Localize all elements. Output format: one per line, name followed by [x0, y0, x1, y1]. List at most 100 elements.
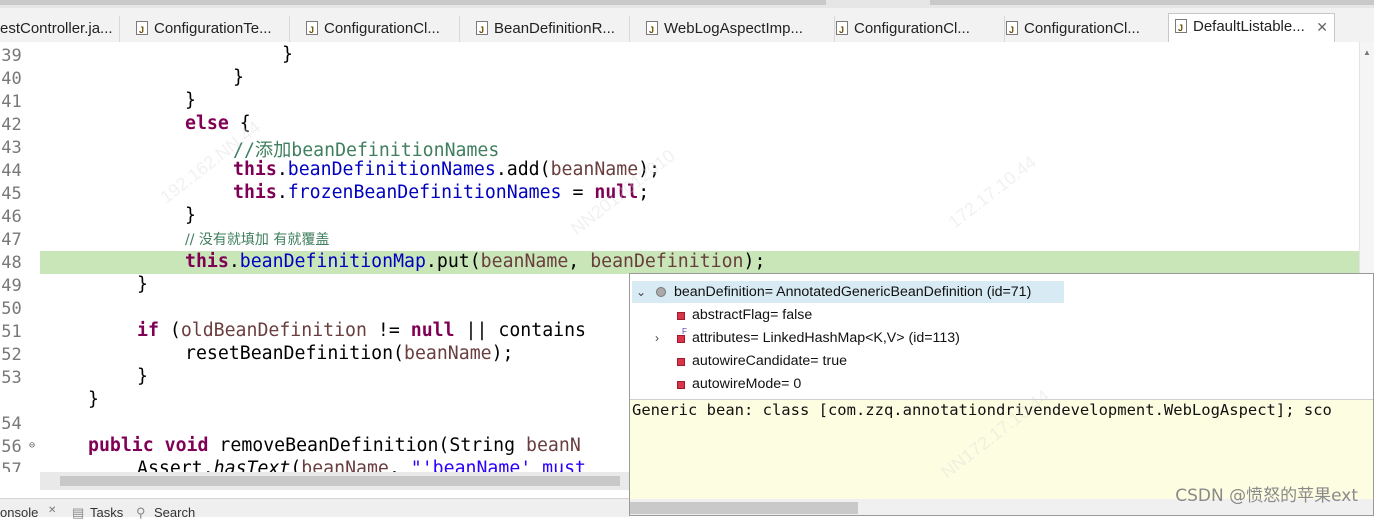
scroll-up-icon[interactable]: ▲: [1363, 48, 1371, 57]
top-strip: [0, 0, 1374, 8]
code-line: resetBeanDefinition(beanName);: [185, 343, 514, 364]
editor-tab-active[interactable]: DefaultListable... ✕: [1168, 13, 1335, 43]
code-line: else {: [185, 113, 251, 134]
close-icon[interactable]: ✕: [48, 505, 56, 516]
editor-tab[interactable]: WebLogAspectImp...: [630, 16, 835, 42]
code-token: {: [228, 113, 251, 134]
field: beanDefinitionNames: [287, 159, 496, 180]
code-token: );: [743, 251, 766, 272]
tab-label: WebLogAspectImp...: [664, 20, 803, 37]
keyword: this: [185, 251, 229, 272]
chevron-down-icon[interactable]: ⌄: [636, 281, 646, 303]
detail-pane-text[interactable]: Generic bean: class [com.zzq.annotationd…: [632, 401, 1332, 419]
editor-horizontal-scrollbar[interactable]: [40, 472, 630, 490]
line-number: 748: [0, 253, 22, 273]
debug-inspect-popup[interactable]: ⌄ beanDefinition= AnnotatedGenericBeanDe…: [629, 273, 1374, 516]
tree-root-label: beanDefinition= AnnotatedGenericBeanDefi…: [674, 284, 1032, 300]
close-icon[interactable]: ✕: [1316, 14, 1328, 40]
field: frozenBeanDefinitionNames: [287, 182, 562, 203]
code-token: }: [185, 205, 196, 226]
editor-tab[interactable]: ConfigurationCl...: [1005, 16, 1170, 42]
tree-row[interactable]: › F attributes= LinkedHashMap<K,V> (id=1…: [630, 327, 1030, 349]
search-icon: ⚲: [136, 505, 146, 520]
editor-tab[interactable]: ConfigurationCl...: [290, 16, 460, 42]
scrollbar-thumb[interactable]: [60, 476, 620, 486]
scrollbar-thumb[interactable]: [630, 502, 858, 514]
line-number: 751: [0, 322, 22, 342]
tree-row-label: autowireMode= 0: [692, 376, 802, 392]
editor-tab[interactable]: estController.ja...: [0, 16, 120, 42]
code-token: );: [491, 343, 514, 364]
code-token: =: [561, 182, 595, 203]
code-token: .: [228, 251, 240, 272]
code-line: }: [88, 389, 99, 410]
tree-row[interactable]: autowireCandidate= true: [630, 350, 1030, 372]
tree-row-label: abstractFlag= false: [692, 307, 813, 323]
variable: beanName: [404, 343, 492, 364]
tab-console[interactable]: onsole: [0, 505, 38, 520]
keyword: void: [164, 435, 209, 456]
line-number: 757: [0, 460, 22, 472]
editor-tab-bar: estController.ja... ConfigurationTe... C…: [0, 8, 1374, 43]
tab-search[interactable]: Search: [154, 505, 195, 520]
watermark: 172.17.10.44: [944, 151, 1040, 233]
final-marker-icon: F: [682, 327, 687, 336]
comment-text: //添加beanDefinitionNames: [233, 140, 500, 161]
code-token: .: [276, 159, 288, 180]
code-token: Assert.: [137, 458, 214, 472]
comment-text: // 没有就填加 有就覆盖: [185, 232, 330, 248]
tab-tasks[interactable]: Tasks: [90, 505, 123, 520]
code-line: }: [185, 90, 196, 111]
code-line: if (oldBeanDefinition != null || contain…: [137, 320, 586, 341]
variable: beanN: [526, 435, 581, 456]
variable-tree[interactable]: ⌄ beanDefinition= AnnotatedGenericBeanDe…: [630, 274, 1373, 400]
line-number: 749: [0, 276, 22, 296]
csdn-watermark: CSDN @愤怒的苹果ext: [1175, 486, 1358, 506]
keyword: public: [88, 435, 154, 456]
line-number: 740: [0, 69, 22, 89]
code-token: }: [233, 67, 244, 88]
editor-tab[interactable]: ConfigurationTe...: [120, 16, 290, 42]
code-token: resetBeanDefinition(: [185, 343, 404, 364]
keyword: null: [410, 320, 455, 341]
chevron-right-icon[interactable]: ›: [655, 327, 659, 349]
tree-row[interactable]: abstractFlag= false: [630, 304, 1030, 326]
editor-tab[interactable]: ConfigurationCl...: [835, 16, 1005, 42]
field-icon: [677, 312, 685, 320]
tree-row[interactable]: autowireMode= 0: [630, 373, 1030, 395]
line-number: 739: [0, 46, 22, 66]
java-file-icon: [1006, 17, 1018, 42]
java-file-icon: [136, 17, 148, 42]
code-line: this.frozenBeanDefinitionNames = null;: [233, 182, 649, 203]
tree-row-label: attributes= LinkedHashMap<K,V> (id=113): [692, 330, 960, 346]
java-file-icon: [646, 17, 658, 42]
java-file-icon: [836, 17, 848, 42]
code-token: );: [638, 159, 661, 180]
line-number: 750: [0, 299, 22, 319]
code-line: public void removeBeanDefinition(String …: [88, 435, 581, 456]
code-line: Assert.hasText(beanName, "'beanName' mus…: [137, 458, 586, 472]
tab-label: estController.ja...: [0, 20, 113, 37]
code-line: this.beanDefinitionMap.put(beanName, bea…: [185, 251, 765, 272]
fold-marker-icon[interactable]: ⊖: [29, 440, 35, 451]
tasks-icon: ▤: [72, 505, 85, 520]
code-token: ,: [568, 251, 591, 272]
method-call: hasText: [213, 458, 291, 472]
variable: beanName: [301, 458, 389, 472]
line-number: 743: [0, 138, 22, 158]
keyword: if: [137, 320, 159, 341]
tab-label: BeanDefinitionR...: [494, 20, 615, 37]
line-number: 753: [0, 368, 22, 388]
tab-label: ConfigurationCl...: [324, 20, 440, 37]
field-icon: [677, 381, 685, 389]
code-token: .put(: [425, 251, 481, 272]
code-token: || contains: [454, 320, 586, 341]
line-number: 752: [0, 345, 22, 365]
tree-root-row[interactable]: ⌄ beanDefinition= AnnotatedGenericBeanDe…: [632, 281, 1064, 303]
code-token: }: [137, 366, 148, 387]
string-literal: "'beanName' must: [410, 458, 586, 472]
editor-tab[interactable]: BeanDefinitionR...: [460, 16, 630, 42]
variable: oldBeanDefinition: [180, 320, 367, 341]
code-token: }: [185, 90, 196, 111]
code-comment: // 没有就填加 有就覆盖: [185, 228, 329, 249]
